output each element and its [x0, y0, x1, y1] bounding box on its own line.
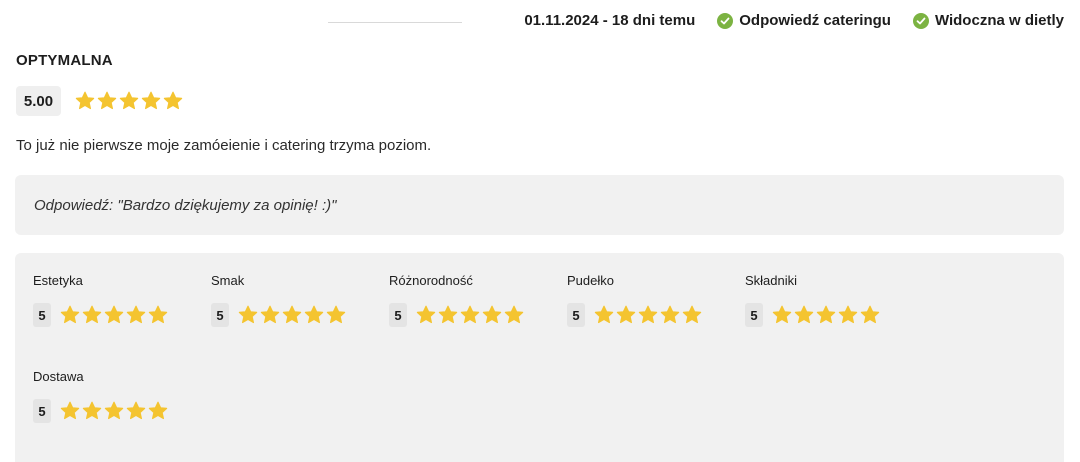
star-icon: [119, 91, 139, 110]
star-icon: [75, 91, 95, 110]
catering-reply: Odpowiedź: "Bardzo dziękujemy za opinię!…: [15, 175, 1064, 235]
star-icon: [238, 305, 258, 324]
star-icon: [260, 305, 280, 324]
category-stars: [60, 305, 168, 325]
star-icon: [97, 91, 117, 110]
star-icon: [326, 305, 346, 324]
category-roznorodnosc: Różnorodność 5: [389, 273, 524, 327]
category-stars: [594, 305, 702, 325]
star-icon: [616, 305, 636, 324]
category-label: Różnorodność: [389, 273, 473, 288]
star-icon: [838, 305, 858, 324]
category-skladniki: Składniki 5: [745, 273, 880, 327]
star-icon: [282, 305, 302, 324]
star-icon: [82, 401, 102, 420]
category-score: 5: [567, 303, 585, 327]
category-score: 5: [33, 399, 51, 423]
star-icon: [82, 305, 102, 324]
category-dostawa: Dostawa 5: [33, 369, 168, 423]
category-stars: [60, 401, 168, 421]
diet-name: OPTYMALNA: [16, 52, 113, 69]
category-label: Smak: [211, 273, 245, 288]
star-icon: [460, 305, 480, 324]
overall-rating: 5.00: [16, 86, 183, 116]
star-icon: [304, 305, 324, 324]
star-icon: [148, 305, 168, 324]
star-icon: [594, 305, 614, 324]
star-icon: [772, 305, 792, 324]
category-label: Dostawa: [33, 369, 84, 384]
star-icon: [504, 305, 524, 324]
category-smak: Smak 5: [211, 273, 346, 327]
star-icon: [104, 401, 124, 420]
star-icon: [816, 305, 836, 324]
divider-line: [328, 22, 462, 23]
visible-badge: Widoczna w dietly: [912, 12, 1064, 29]
star-icon: [682, 305, 702, 324]
star-icon: [860, 305, 880, 324]
category-score: 5: [211, 303, 229, 327]
category-score: 5: [389, 303, 407, 327]
category-stars: [238, 305, 346, 325]
overall-score: 5.00: [16, 86, 61, 116]
review-meta: 01.11.2024 - 18 dni temu Odpowiedź cater…: [524, 12, 1064, 29]
reply-badge: Odpowiedź cateringu: [717, 12, 891, 29]
star-icon: [438, 305, 458, 324]
reply-badge-label: Odpowiedź cateringu: [739, 12, 891, 29]
star-icon: [660, 305, 680, 324]
category-label: Pudełko: [567, 273, 614, 288]
visible-badge-label: Widoczna w dietly: [934, 12, 1064, 29]
star-icon: [126, 401, 146, 420]
category-score: 5: [33, 303, 51, 327]
category-label: Składniki: [745, 273, 798, 288]
category-stars: [416, 305, 524, 325]
category-label: Estetyka: [33, 273, 83, 288]
star-icon: [482, 305, 502, 324]
star-icon: [148, 401, 168, 420]
star-icon: [794, 305, 814, 324]
star-icon: [60, 401, 80, 420]
star-icon: [141, 91, 161, 110]
star-icon: [126, 305, 146, 324]
review-comment: To już nie pierwsze moje zamóeienie i ca…: [16, 137, 432, 154]
overall-stars: [75, 91, 183, 111]
category-stars: [772, 305, 880, 325]
check-circle-icon: [717, 12, 734, 29]
star-icon: [104, 305, 124, 324]
star-icon: [416, 305, 436, 324]
category-pudelko: Pudełko 5: [567, 273, 702, 327]
category-estetyka: Estetyka 5: [33, 273, 168, 327]
catering-reply-text: Odpowiedź: "Bardzo dziękujemy za opinię!…: [34, 196, 337, 214]
check-circle-icon: [912, 12, 929, 29]
category-score: 5: [745, 303, 763, 327]
review-date: 01.11.2024 - 18 dni temu: [524, 12, 696, 29]
category-ratings-panel: Estetyka 5 Smak 5 Różnorodność 5 Pudełko…: [15, 253, 1064, 462]
star-icon: [163, 91, 183, 110]
star-icon: [60, 305, 80, 324]
star-icon: [638, 305, 658, 324]
